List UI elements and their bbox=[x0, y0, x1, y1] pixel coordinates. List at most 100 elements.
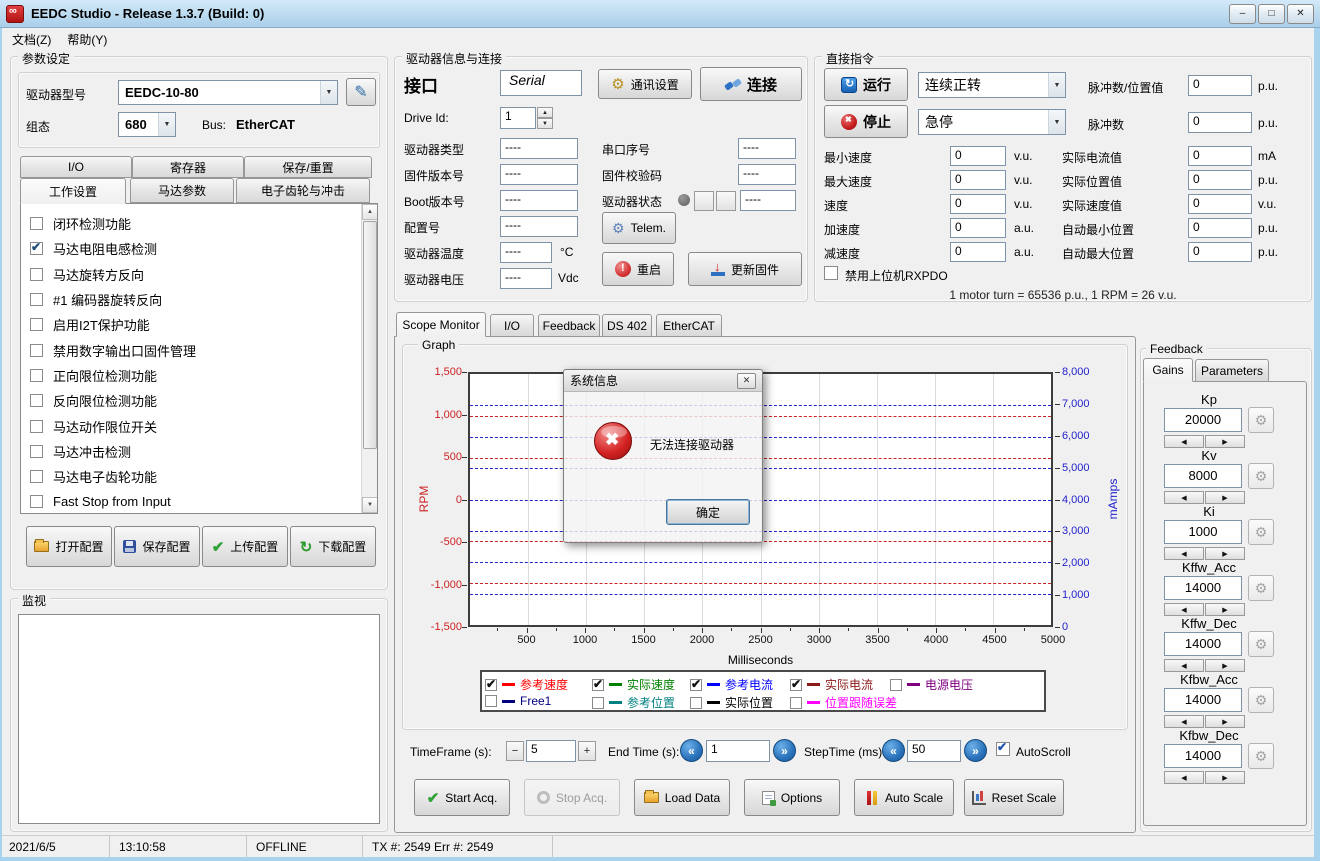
scroll-up-icon[interactable]: ▲ bbox=[362, 204, 378, 220]
gain-increment-button[interactable]: ▶ bbox=[1205, 491, 1245, 504]
close-button[interactable]: ✕ bbox=[1287, 4, 1314, 24]
gain-decrement-button[interactable]: ◀ bbox=[1164, 659, 1204, 672]
gain-increment-button[interactable]: ▶ bbox=[1205, 547, 1245, 560]
status-button-1[interactable] bbox=[694, 191, 714, 211]
tab-parameters[interactable]: Parameters bbox=[1195, 359, 1269, 382]
connect-button[interactable]: 连接 bbox=[700, 67, 802, 101]
list-item[interactable]: 马达旋转方反向 bbox=[21, 262, 377, 287]
checkbox[interactable] bbox=[30, 242, 43, 255]
gain-input-Kfbw_Dec[interactable]: 14000 bbox=[1164, 744, 1242, 768]
list-item[interactable]: Fast Stop from Input bbox=[21, 489, 377, 514]
gain-increment-button[interactable]: ▶ bbox=[1205, 659, 1245, 672]
cmd-input[interactable]: 0 bbox=[1188, 242, 1252, 262]
gear-icon[interactable] bbox=[1248, 687, 1274, 713]
gain-decrement-button[interactable]: ◀ bbox=[1164, 435, 1204, 448]
list-item[interactable]: 马达动作限位开关 bbox=[21, 413, 377, 438]
pick-model-button[interactable] bbox=[346, 78, 376, 106]
restart-button[interactable]: 重启 bbox=[602, 252, 674, 286]
maximize-button[interactable]: □ bbox=[1258, 4, 1285, 24]
list-item[interactable]: 闭环检测功能 bbox=[21, 211, 377, 236]
list-item[interactable]: 禁用数字输出口固件管理 bbox=[21, 337, 377, 362]
gear-icon[interactable] bbox=[1248, 519, 1274, 545]
gain-increment-button[interactable]: ▶ bbox=[1205, 771, 1245, 784]
chevron-down-icon[interactable]: ▼ bbox=[1048, 73, 1065, 97]
gain-increment-button[interactable]: ▶ bbox=[1205, 435, 1245, 448]
list-item[interactable]: 马达冲击检测 bbox=[21, 439, 377, 464]
checkbox[interactable] bbox=[30, 420, 43, 433]
legend-checkbox[interactable] bbox=[592, 679, 604, 691]
drive-id-input[interactable]: 1 bbox=[500, 107, 536, 129]
run-button[interactable]: 运行 bbox=[824, 68, 908, 101]
status-button-2[interactable] bbox=[716, 191, 736, 211]
button-Load Data[interactable]: Load Data bbox=[634, 779, 730, 816]
checkbox[interactable] bbox=[30, 217, 43, 230]
config-id-select[interactable]: 680 ▼ bbox=[118, 112, 176, 137]
gain-decrement-button[interactable]: ◀ bbox=[1164, 491, 1204, 504]
gear-icon[interactable] bbox=[1248, 743, 1274, 769]
endtime-end-button[interactable]: » bbox=[773, 739, 796, 762]
cmd-input[interactable]: 0 bbox=[1188, 146, 1252, 166]
legend-checkbox[interactable] bbox=[690, 679, 702, 691]
gain-input-Ki[interactable]: 1000 bbox=[1164, 520, 1242, 544]
cmd-input[interactable]: 0 bbox=[1188, 170, 1252, 190]
legend-checkbox[interactable] bbox=[790, 697, 802, 709]
legend-checkbox[interactable] bbox=[890, 679, 902, 691]
scroll-thumb[interactable] bbox=[363, 221, 377, 449]
button-Auto Scale[interactable]: Auto Scale bbox=[854, 779, 954, 816]
timeframe-input[interactable]: 5 bbox=[526, 740, 576, 762]
endtime-input[interactable]: 1 bbox=[706, 740, 770, 762]
update-firmware-button[interactable]: 更新固件 bbox=[688, 252, 802, 286]
list-item[interactable]: 正向限位检测功能 bbox=[21, 363, 377, 388]
tab-寄存器[interactable]: 寄存器 bbox=[132, 156, 244, 178]
tab-EtherCAT[interactable]: EtherCAT bbox=[656, 314, 722, 337]
scroll-down-icon[interactable]: ▼ bbox=[362, 497, 378, 513]
button-打开配置[interactable]: 打开配置 bbox=[26, 526, 112, 567]
checkbox[interactable] bbox=[30, 268, 43, 281]
list-item[interactable]: 马达电子齿轮功能 bbox=[21, 464, 377, 489]
gear-icon[interactable] bbox=[1248, 631, 1274, 657]
gear-icon[interactable] bbox=[1248, 575, 1274, 601]
titlebar[interactable]: EEDC Studio - Release 1.3.7 (Build: 0) –… bbox=[0, 0, 1320, 28]
endtime-start-button[interactable]: « bbox=[680, 739, 703, 762]
checkbox[interactable] bbox=[30, 470, 43, 483]
drive-id-down-icon[interactable]: ▼ bbox=[537, 118, 553, 129]
button-上传配置[interactable]: 上传配置 bbox=[202, 526, 288, 567]
chevron-down-icon[interactable]: ▼ bbox=[1048, 110, 1065, 134]
minimize-button[interactable]: – bbox=[1229, 4, 1256, 24]
legend-checkbox[interactable] bbox=[592, 697, 604, 709]
gain-decrement-button[interactable]: ◀ bbox=[1164, 603, 1204, 616]
rxpdo-checkbox[interactable] bbox=[824, 266, 838, 280]
checkbox[interactable] bbox=[30, 344, 43, 357]
steptime-input[interactable]: 50 bbox=[907, 740, 961, 762]
checkbox[interactable] bbox=[30, 394, 43, 407]
tab-电子齿轮与冲击[interactable]: 电子齿轮与冲击 bbox=[236, 178, 370, 203]
tab-I/O[interactable]: I/O bbox=[20, 156, 132, 178]
run-mode-select[interactable]: 连续正转 ▼ bbox=[918, 72, 1066, 98]
cmd-input[interactable]: 0 bbox=[950, 146, 1006, 166]
button-Reset Scale[interactable]: Reset Scale bbox=[964, 779, 1064, 816]
checkbox[interactable] bbox=[30, 318, 43, 331]
gear-icon[interactable] bbox=[1248, 407, 1274, 433]
tab-工作设置[interactable]: 工作设置 bbox=[20, 178, 126, 204]
tab-马达参数[interactable]: 马达参数 bbox=[130, 178, 234, 203]
gain-input-Kfbw_Acc[interactable]: 14000 bbox=[1164, 688, 1242, 712]
gain-increment-button[interactable]: ▶ bbox=[1205, 715, 1245, 728]
cmd-input[interactable]: 0 bbox=[950, 170, 1006, 190]
gain-decrement-button[interactable]: ◀ bbox=[1164, 547, 1204, 560]
checkbox[interactable] bbox=[30, 495, 43, 508]
stop-mode-select[interactable]: 急停 ▼ bbox=[918, 109, 1066, 135]
dialog-titlebar[interactable]: 系统信息 ✕ bbox=[564, 370, 762, 392]
gain-input-Kffw_Dec[interactable]: 14000 bbox=[1164, 632, 1242, 656]
drive-model-select[interactable]: EEDC-10-80 ▼ bbox=[118, 80, 338, 105]
cmd-input[interactable]: 0 bbox=[950, 194, 1006, 214]
checkbox[interactable] bbox=[30, 369, 43, 382]
telemetry-button[interactable]: Telem. bbox=[602, 212, 676, 244]
cmd-input[interactable]: 0 bbox=[1188, 218, 1252, 238]
cmd-input[interactable]: 0 bbox=[950, 242, 1006, 262]
pulse-input[interactable]: 0 bbox=[1188, 112, 1252, 133]
interface-input[interactable]: Serial bbox=[500, 70, 582, 96]
legend-checkbox[interactable] bbox=[485, 679, 497, 691]
autoscroll-checkbox[interactable] bbox=[996, 742, 1010, 756]
pulse-pos-input[interactable]: 0 bbox=[1188, 75, 1252, 96]
list-item[interactable]: #1 编码器旋转反向 bbox=[21, 287, 377, 312]
